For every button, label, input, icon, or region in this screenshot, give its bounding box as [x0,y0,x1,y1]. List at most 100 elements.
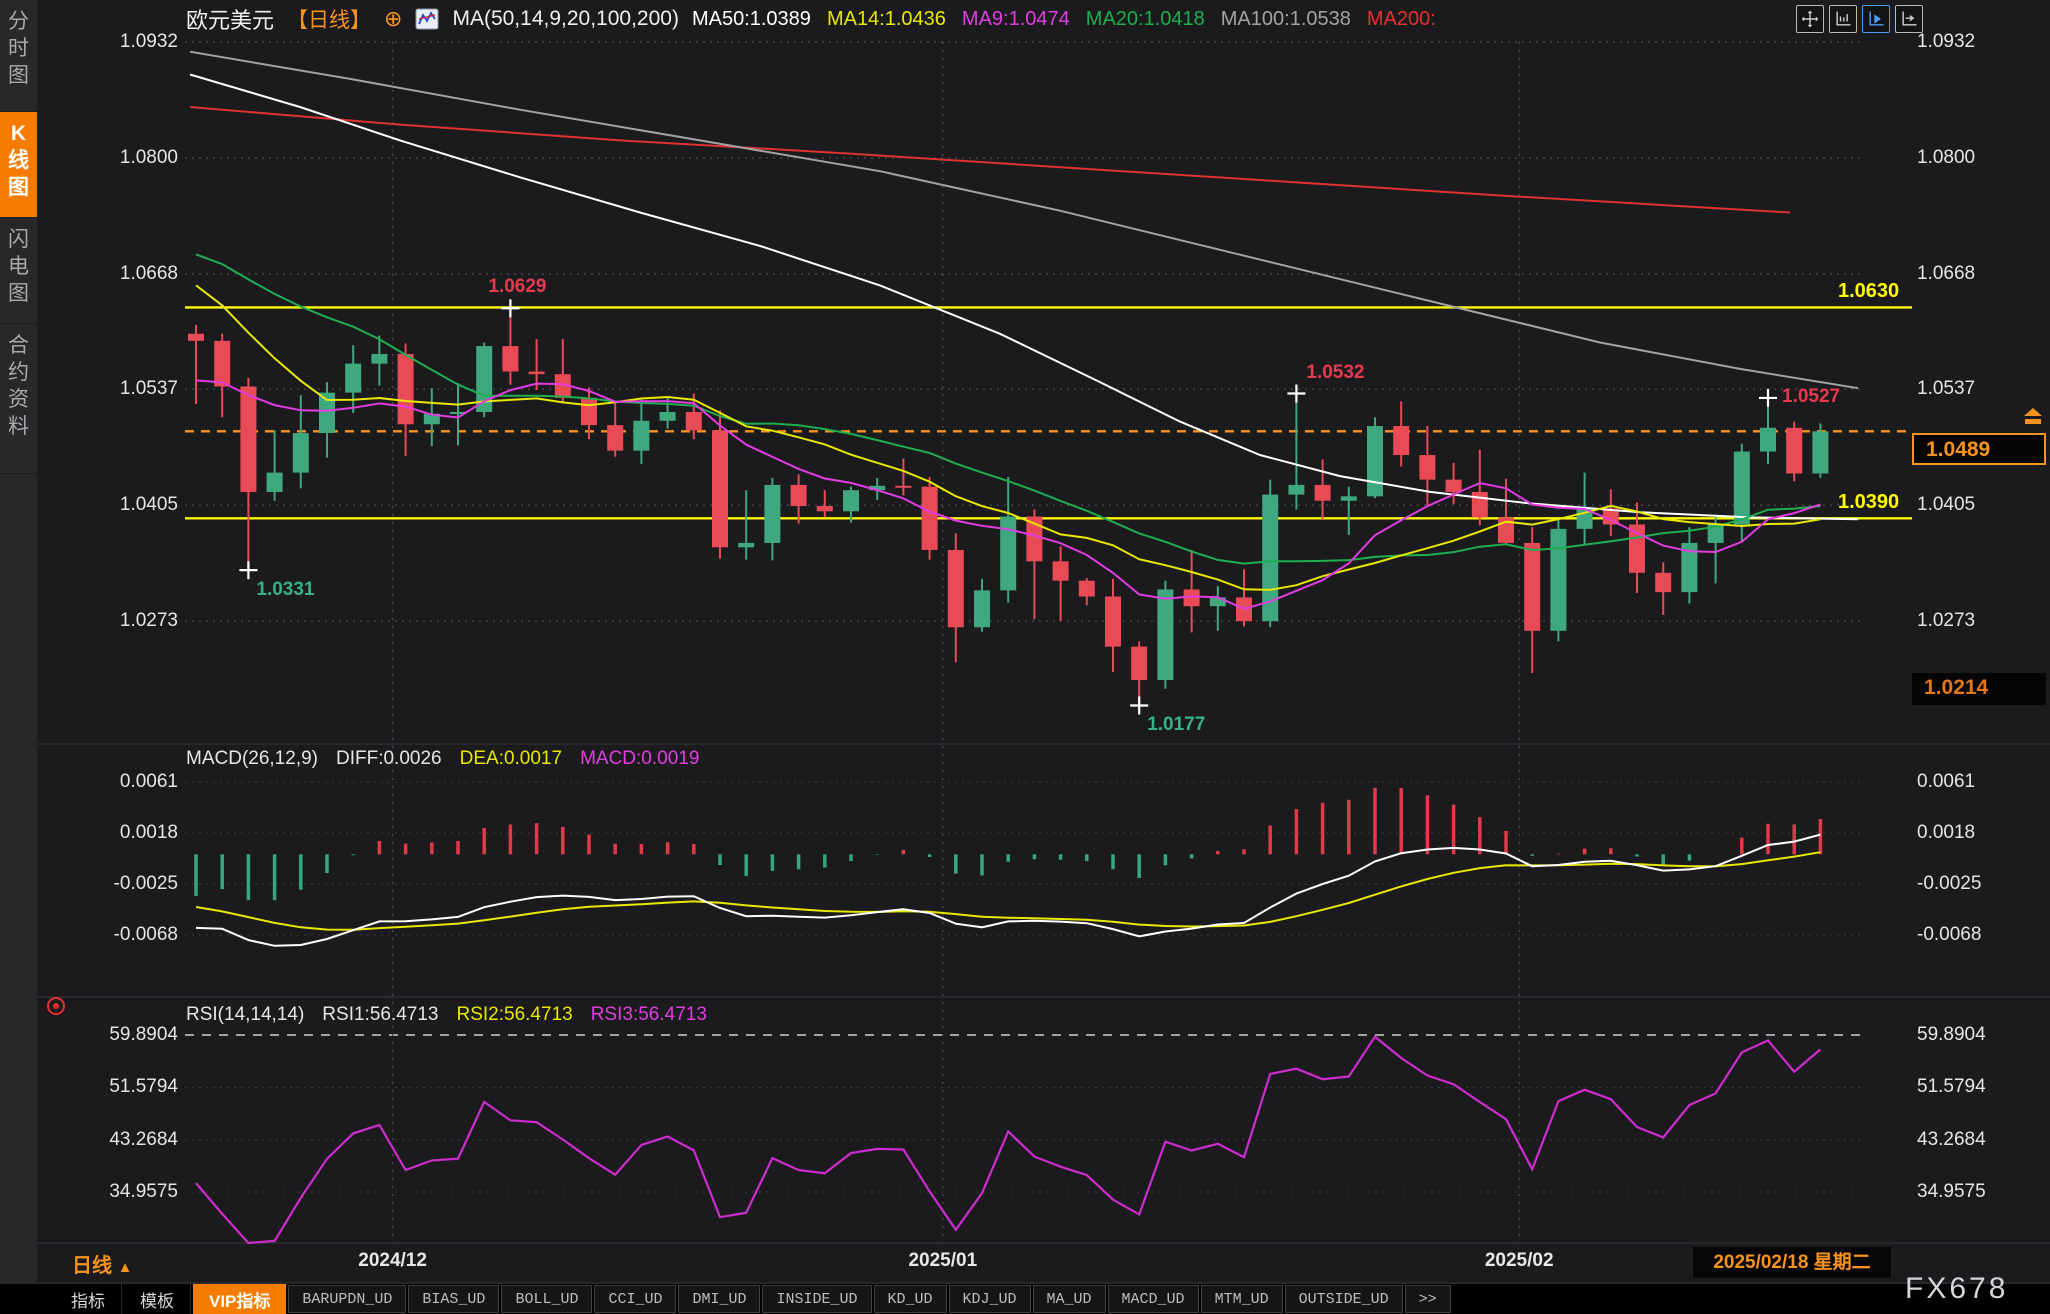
chart-canvas[interactable] [0,0,2050,1314]
axis-tick-left: 1.0668 [60,263,178,285]
tab-MTM_UD[interactable]: MTM_UD [1201,1285,1283,1313]
candle[interactable] [686,394,702,440]
candle[interactable] [1524,527,1540,673]
candle[interactable] [581,387,597,439]
axis-tick-left: 1.0273 [60,610,178,632]
candle[interactable] [1026,510,1042,620]
candle[interactable] [633,400,649,464]
candle[interactable] [214,334,230,417]
axis-tick-left: 51.5794 [60,1076,178,1098]
candle[interactable] [188,325,204,404]
candle[interactable] [476,343,492,418]
candle[interactable] [1498,479,1514,545]
candle[interactable] [869,478,885,500]
axis-tick-left: 34.9575 [60,1181,178,1203]
candle[interactable] [1367,417,1383,498]
tab-BARUPDN_UD[interactable]: BARUPDN_UD [288,1285,406,1313]
candle[interactable] [1760,398,1776,464]
candle[interactable] [1131,641,1147,705]
x-axis-month-label: 2024/12 [358,1250,427,1272]
candle[interactable] [764,478,780,561]
sidebar-item-1[interactable]: 分时图 [0,0,37,112]
candle[interactable] [1419,426,1435,505]
candle[interactable] [398,343,414,455]
candle[interactable] [948,533,964,662]
axis-pointer-icon[interactable] [1862,5,1890,33]
tab-BIAS_UD[interactable]: BIAS_UD [408,1285,499,1313]
candle[interactable] [1000,477,1016,603]
tab-CCI_UD[interactable]: CCI_UD [594,1285,676,1313]
tab-模板[interactable]: 模板 [124,1284,191,1314]
candle[interactable] [1550,518,1566,641]
candle[interactable] [502,308,518,384]
candle[interactable] [1446,463,1462,504]
candle[interactable] [345,345,361,413]
candle[interactable] [1655,562,1671,615]
candle[interactable] [738,490,754,559]
candle[interactable] [817,490,833,517]
pan-crosshair-icon[interactable] [1796,5,1824,33]
candle[interactable] [1708,516,1724,584]
candle[interactable] [371,336,387,386]
candle[interactable] [1053,546,1069,621]
candle[interactable] [529,339,545,390]
current-price-badge: 1.0489 [1912,433,2046,465]
axis-tick-right: 1.0800 [1917,147,1975,169]
candle[interactable] [319,382,335,458]
candle[interactable] [1734,444,1750,542]
tab-VIP指标[interactable]: VIP指标 [193,1284,286,1314]
candle[interactable] [1681,527,1697,603]
candle[interactable] [1288,394,1304,510]
tab-BOLL_UD[interactable]: BOLL_UD [501,1285,592,1313]
chart-type-icon[interactable] [415,8,439,30]
candle[interactable] [1393,401,1409,466]
sidebar-item-3[interactable]: 闪电图 [0,218,37,324]
red-marker-icon[interactable] [47,997,65,1015]
candle[interactable] [1629,502,1645,593]
candle[interactable] [267,430,283,500]
candle[interactable] [1157,581,1173,689]
candle[interactable] [1184,550,1200,633]
candle[interactable] [1472,450,1488,526]
axis-shift-icon[interactable] [1895,5,1923,33]
candle[interactable] [660,398,676,429]
tab-指标[interactable]: 指标 [55,1284,122,1314]
candle[interactable] [240,378,256,570]
candle[interactable] [1236,569,1252,626]
candle[interactable] [843,487,859,523]
candle[interactable] [1786,422,1802,482]
sidebar-item-2[interactable]: K线图 [0,112,37,218]
sidebar-item-4[interactable]: 合约资料 [0,324,37,474]
candle[interactable] [450,383,466,445]
tab-MACD_UD[interactable]: MACD_UD [1108,1285,1199,1313]
candle[interactable] [712,410,728,559]
candle[interactable] [555,339,571,402]
candle[interactable] [1812,423,1828,477]
tab-KD_UD[interactable]: KD_UD [874,1285,947,1313]
tab-INSIDE_UD[interactable]: INSIDE_UD [762,1285,871,1313]
tab->>[interactable]: >> [1405,1285,1451,1313]
axis-bars-icon[interactable] [1829,5,1857,33]
tab-DMI_UD[interactable]: DMI_UD [678,1285,760,1313]
tab-KDJ_UD[interactable]: KDJ_UD [949,1285,1031,1313]
candle[interactable] [922,477,938,560]
axis-tick-left: -0.0025 [60,873,178,895]
add-compare-icon[interactable]: ⊕ [384,6,402,32]
candle[interactable] [1577,473,1593,545]
tab-OUTSIDE_UD[interactable]: OUTSIDE_UD [1285,1285,1403,1313]
tab-MA_UD[interactable]: MA_UD [1033,1285,1106,1313]
candle[interactable] [1105,579,1121,672]
candle[interactable] [1210,586,1226,631]
candle[interactable] [1079,578,1095,605]
candle[interactable] [791,474,807,523]
candle[interactable] [974,579,990,632]
candle[interactable] [895,459,911,496]
candle[interactable] [1315,459,1331,520]
period-selector-button[interactable]: 日线 ▲ [72,1249,132,1278]
candle[interactable] [424,388,440,446]
candle[interactable] [1262,480,1278,628]
candle[interactable] [1603,489,1619,536]
candle[interactable] [607,403,623,457]
candle[interactable] [293,395,309,488]
candle[interactable] [1341,487,1357,535]
